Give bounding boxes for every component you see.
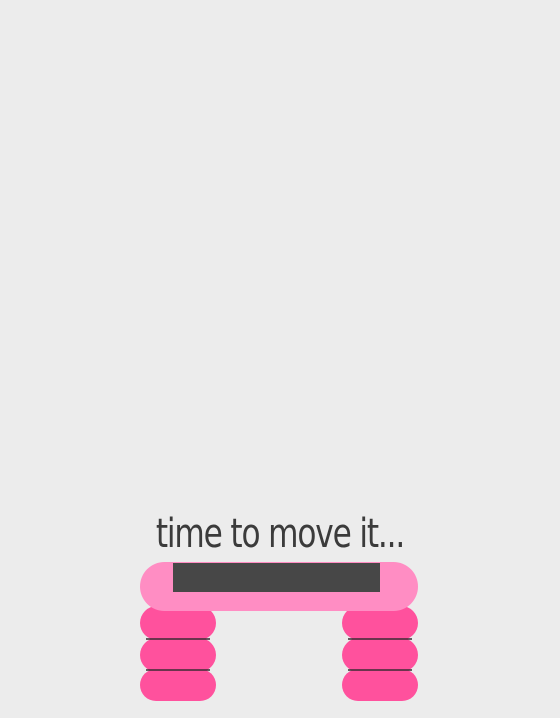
platform-top-pad [173, 563, 380, 592]
left-riser-stack [140, 606, 216, 701]
right-riser-block [342, 606, 418, 640]
left-riser-block [140, 606, 216, 640]
left-riser-block [140, 638, 216, 672]
loading-scene: time to move it... [0, 0, 560, 718]
right-riser-stack [342, 606, 418, 701]
step-platform-illustration [140, 562, 418, 701]
left-riser-block [140, 669, 216, 701]
right-riser-block [342, 638, 418, 672]
right-riser-block [342, 669, 418, 701]
